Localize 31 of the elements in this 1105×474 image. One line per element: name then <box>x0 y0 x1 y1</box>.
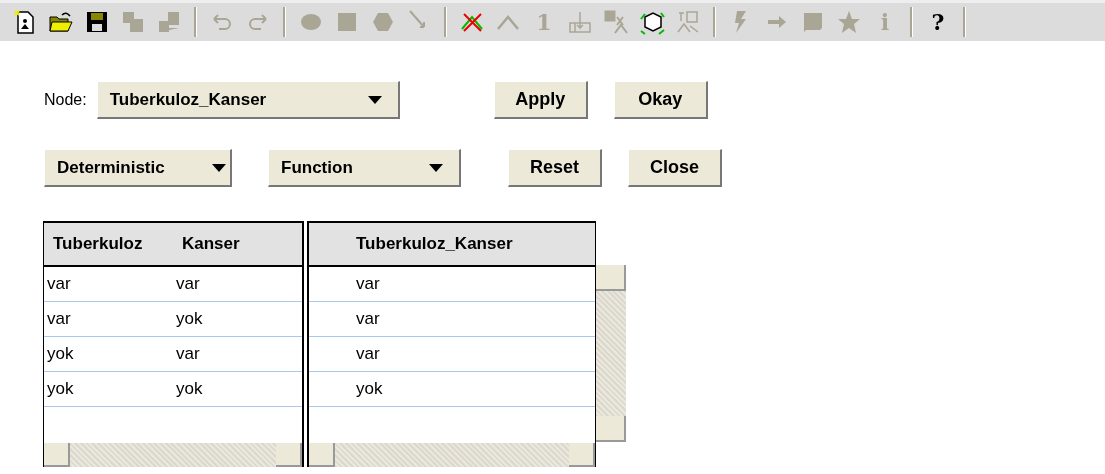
table-cell-text: var <box>46 274 72 294</box>
table-cell-text: yok <box>46 379 75 399</box>
toolbar-glyph[interactable]: ? <box>931 11 945 33</box>
node-label: Node: <box>44 91 87 109</box>
dialog-button[interactable]: Okay <box>613 81 708 119</box>
table-cell-text: var <box>175 274 201 294</box>
column-header: Tuberkuloz_Kanser <box>355 234 513 254</box>
dropdown[interactable]: Tuberkuloz_Kanser <box>96 81 400 119</box>
caret-icon <box>212 163 226 172</box>
vertical-scrollbar[interactable] <box>596 265 626 442</box>
caret-icon <box>367 95 382 104</box>
column-header: Tuberkuloz <box>52 234 144 254</box>
table-cell-text: yok <box>46 344 75 364</box>
table-cell-text: yok <box>175 379 204 399</box>
dropdown[interactable]: Deterministic <box>44 149 232 187</box>
table-cell-text: yok <box>355 379 384 399</box>
horizontal-scrollbar[interactable] <box>44 443 302 467</box>
table-cell-text: var <box>355 344 381 364</box>
dialog-button[interactable]: Apply <box>493 81 588 119</box>
table-cell-text: var <box>46 309 72 329</box>
dropdown[interactable]: Function <box>268 149 461 187</box>
table-cell-text: var <box>355 274 381 294</box>
column-header: Kanser <box>181 234 241 254</box>
table-cell-text: var <box>175 344 201 364</box>
table-cell-text: var <box>355 309 381 329</box>
dialog-button[interactable]: Reset <box>508 149 602 187</box>
horizontal-scrollbar[interactable] <box>309 443 595 467</box>
table-cell-text: yok <box>175 309 204 329</box>
toolbar-button[interactable]: ? <box>923 7 953 37</box>
caret-icon <box>429 163 443 172</box>
dialog-button[interactable]: Close <box>628 149 722 187</box>
